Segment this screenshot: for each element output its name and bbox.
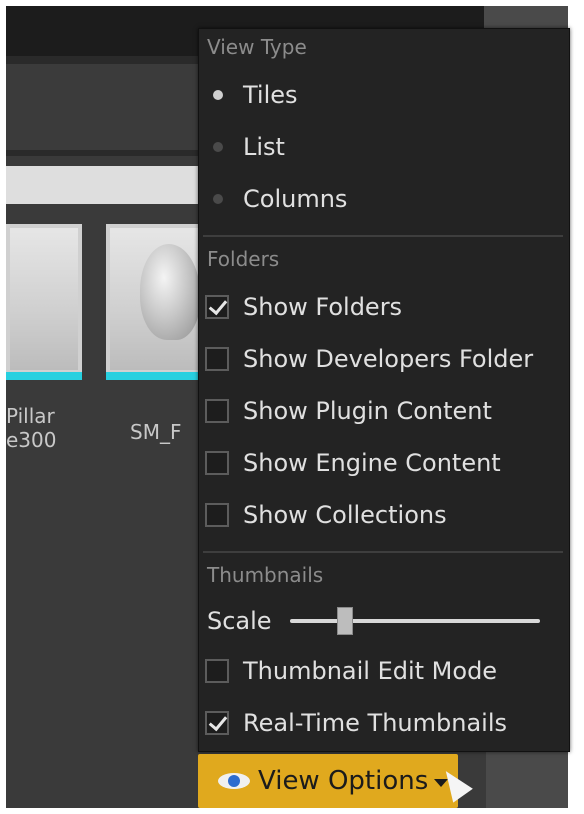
slider-handle[interactable] (336, 607, 353, 635)
checkbox-checked-icon[interactable] (205, 295, 229, 319)
show-developers-folder-option[interactable]: Show Developers Folder (199, 337, 569, 381)
thumbnail-scale-slider[interactable] (289, 606, 540, 636)
checkbox-icon[interactable] (205, 659, 229, 683)
real-time-thumbnails-option[interactable]: Real-Time Thumbnails (199, 701, 569, 745)
slider-track[interactable] (289, 619, 540, 623)
rock-mesh-preview (140, 244, 200, 340)
checkbox-icon[interactable] (205, 347, 229, 371)
view-options-label: View Options (258, 766, 429, 796)
view-type-tiles[interactable]: Tiles (199, 73, 569, 117)
view-options-button[interactable]: View Options (198, 754, 458, 808)
checkbox-checked-icon[interactable] (205, 711, 229, 735)
eye-icon (218, 773, 250, 789)
view-type-list[interactable]: List (199, 125, 569, 169)
section-title-view-type: View Type (207, 35, 307, 59)
radio-icon (213, 142, 223, 152)
section-title-folders: Folders (207, 247, 280, 271)
thumbnail-scale-row: Scale (199, 599, 569, 643)
checkbox-icon[interactable] (205, 503, 229, 527)
view-options-menu: View Type Tiles List Columns Folders Sho… (198, 28, 570, 752)
show-collections-option[interactable]: Show Collections (199, 493, 569, 537)
divider (203, 235, 563, 237)
radio-selected-icon (213, 90, 223, 100)
checkbox-icon[interactable] (205, 451, 229, 475)
section-title-thumbnails: Thumbnails (207, 563, 324, 587)
checkbox-icon[interactable] (205, 399, 229, 423)
show-folders-option[interactable]: Show Folders (199, 285, 569, 329)
asset-label: SM_F (130, 420, 182, 444)
thumbnail-edit-mode-option[interactable]: Thumbnail Edit Mode (199, 649, 569, 693)
asset-label: Pillar e300 (6, 404, 57, 452)
show-engine-content-option[interactable]: Show Engine Content (199, 441, 569, 485)
asset-type-bar (6, 372, 82, 380)
scale-label: Scale (207, 607, 272, 635)
radio-icon (213, 194, 223, 204)
divider (203, 551, 563, 553)
show-plugin-content-option[interactable]: Show Plugin Content (199, 389, 569, 433)
view-type-columns[interactable]: Columns (199, 177, 569, 221)
asset-thumbnail[interactable] (6, 224, 82, 380)
